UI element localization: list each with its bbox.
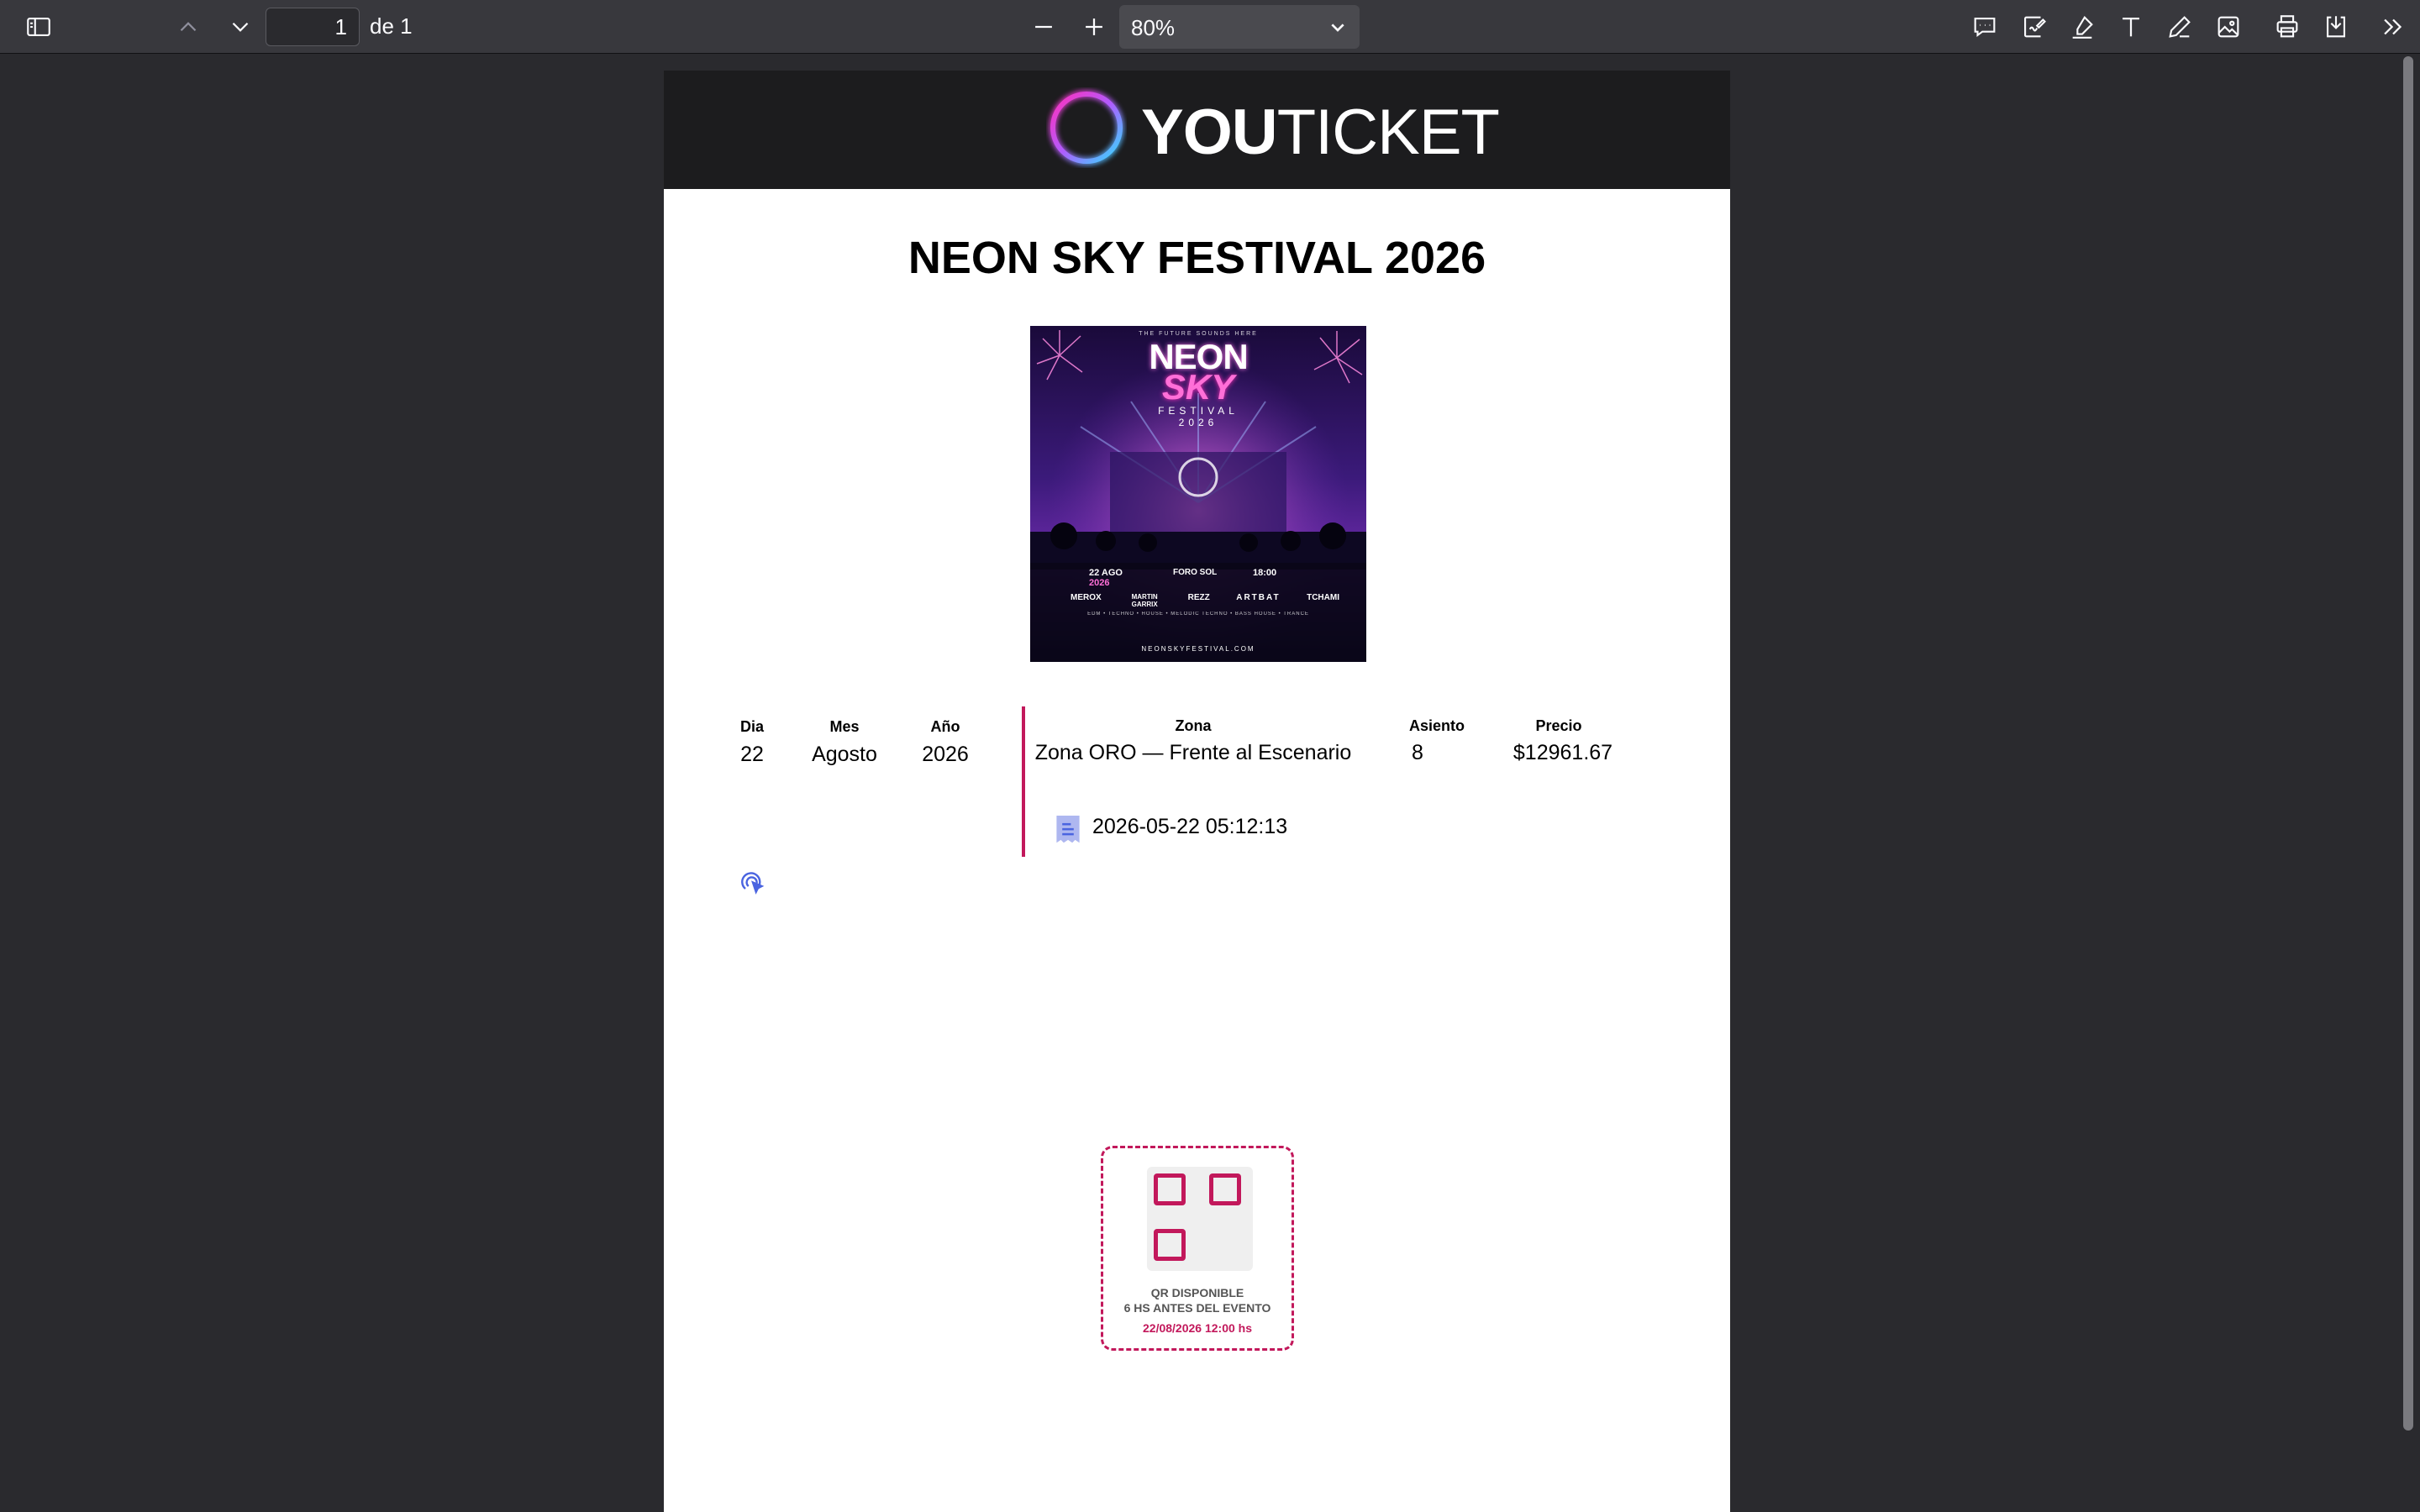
pdf-toolbar: de 1 80% <box>0 0 2420 54</box>
poster-lineup-item: REZZ <box>1187 593 1210 602</box>
comment-icon[interactable] <box>1968 10 2002 44</box>
brand-header: YOUTICKET <box>664 71 1730 189</box>
poster-festival: FESTIVAL <box>1158 405 1239 417</box>
image-icon[interactable] <box>2212 10 2245 44</box>
poster-lineup-item: TCHAMI <box>1307 593 1339 602</box>
qr-availability-date: 22/08/2026 12:00 hs <box>1143 1321 1252 1335</box>
document-viewer[interactable]: YOUTICKET NEON SKY FESTIVAL 2026 THE FUT… <box>0 55 2420 1512</box>
download-icon[interactable] <box>2319 10 2353 44</box>
poster-lineup-item: MEROX <box>1071 593 1102 602</box>
scrollbar-thumb[interactable] <box>2403 56 2413 1431</box>
draw-icon[interactable] <box>2163 10 2196 44</box>
poster-title-sky: SKY <box>1161 367 1235 407</box>
poster-year: 2026 <box>1178 417 1218 428</box>
page-number-input[interactable] <box>266 8 360 46</box>
value-dia: 22 <box>740 743 764 766</box>
purchase-timestamp: 2026-05-22 05:12:13 <box>1092 815 1288 838</box>
text-tool-icon[interactable] <box>2114 10 2148 44</box>
chevron-down-icon <box>1331 24 1344 32</box>
sidebar-toggle-icon[interactable] <box>22 10 55 44</box>
label-dia: Dia <box>739 718 764 735</box>
qr-square <box>1154 1229 1186 1261</box>
qr-availability-note: 6 HS ANTES DEL EVENTO <box>1123 1301 1271 1315</box>
label-zona: Zona <box>1175 717 1212 734</box>
zoom-in-icon[interactable] <box>1077 10 1111 44</box>
brand-name-ticket: TICKET <box>1276 97 1500 168</box>
poster-url: NEONSKYFESTIVAL.COM <box>1141 645 1255 653</box>
label-anio: Año <box>930 718 960 735</box>
zoom-select[interactable]: 80% <box>1119 5 1360 49</box>
receipt-icon <box>1056 816 1080 843</box>
tap-cursor-icon <box>741 872 765 895</box>
value-precio: $12961.67 <box>1512 741 1613 764</box>
poster-lineup-item: MARTIN GARRIX <box>1131 593 1158 608</box>
qr-square <box>1209 1173 1241 1205</box>
brand-logo-ring <box>1049 90 1124 165</box>
highlight-icon[interactable] <box>2065 10 2099 44</box>
poster-date: 22 AGO 2026 <box>1089 568 1123 588</box>
event-poster: THE FUTURE SOUNDS HERE NEON SKY FESTIVAL… <box>1030 326 1366 662</box>
poster-lineup: MEROX MARTIN GARRIX REZZ ARTBAT TCHAMI <box>1071 593 1339 608</box>
zoom-out-icon[interactable] <box>1027 10 1060 44</box>
qr-icon <box>1147 1167 1253 1271</box>
label-mes: Mes <box>829 718 860 735</box>
value-zona: Zona ORO — Frente al Escenario <box>1034 741 1352 764</box>
section-divider <box>1022 706 1025 857</box>
qr-placeholder: QR DISPONIBLE 6 HS ANTES DEL EVENTO 22/0… <box>1101 1146 1294 1351</box>
pdf-page: YOUTICKET NEON SKY FESTIVAL 2026 THE FUT… <box>664 71 1730 1512</box>
value-anio: 2026 <box>922 743 969 766</box>
poster-genres: EDM • TECHNO • HOUSE • MELODIC TECHNO • … <box>1087 612 1309 617</box>
qr-availability-text: QR DISPONIBLE <box>1150 1286 1244 1299</box>
qr-square <box>1154 1173 1186 1205</box>
label-asiento: Asiento <box>1408 717 1465 734</box>
page-count-label: de 1 <box>370 13 413 39</box>
brand-name: YOUTICKET <box>1141 96 1500 169</box>
signature-icon[interactable] <box>2017 10 2050 44</box>
poster-date-day: 22 AGO <box>1089 568 1123 578</box>
brand-name-you: YOU <box>1141 97 1278 168</box>
value-asiento: 8 <box>1412 741 1423 764</box>
more-tools-icon[interactable] <box>2376 10 2410 44</box>
value-mes: Agosto <box>812 743 877 766</box>
poster-lineup-item: ARTBAT <box>1236 593 1281 602</box>
poster-time: 18:00 <box>1253 568 1277 578</box>
label-precio: Precio <box>1535 717 1582 734</box>
poster-tagline: THE FUTURE SOUNDS HERE <box>1139 331 1258 337</box>
print-icon[interactable] <box>2270 10 2304 44</box>
zoom-value: 80% <box>1131 15 1176 40</box>
next-page-icon[interactable] <box>224 10 257 44</box>
previous-page-icon[interactable] <box>171 10 205 44</box>
event-title: NEON SKY FESTIVAL 2026 <box>908 233 1486 283</box>
poster-venue: FORO SOL <box>1173 568 1218 577</box>
poster-date-year: 2026 <box>1089 578 1110 588</box>
